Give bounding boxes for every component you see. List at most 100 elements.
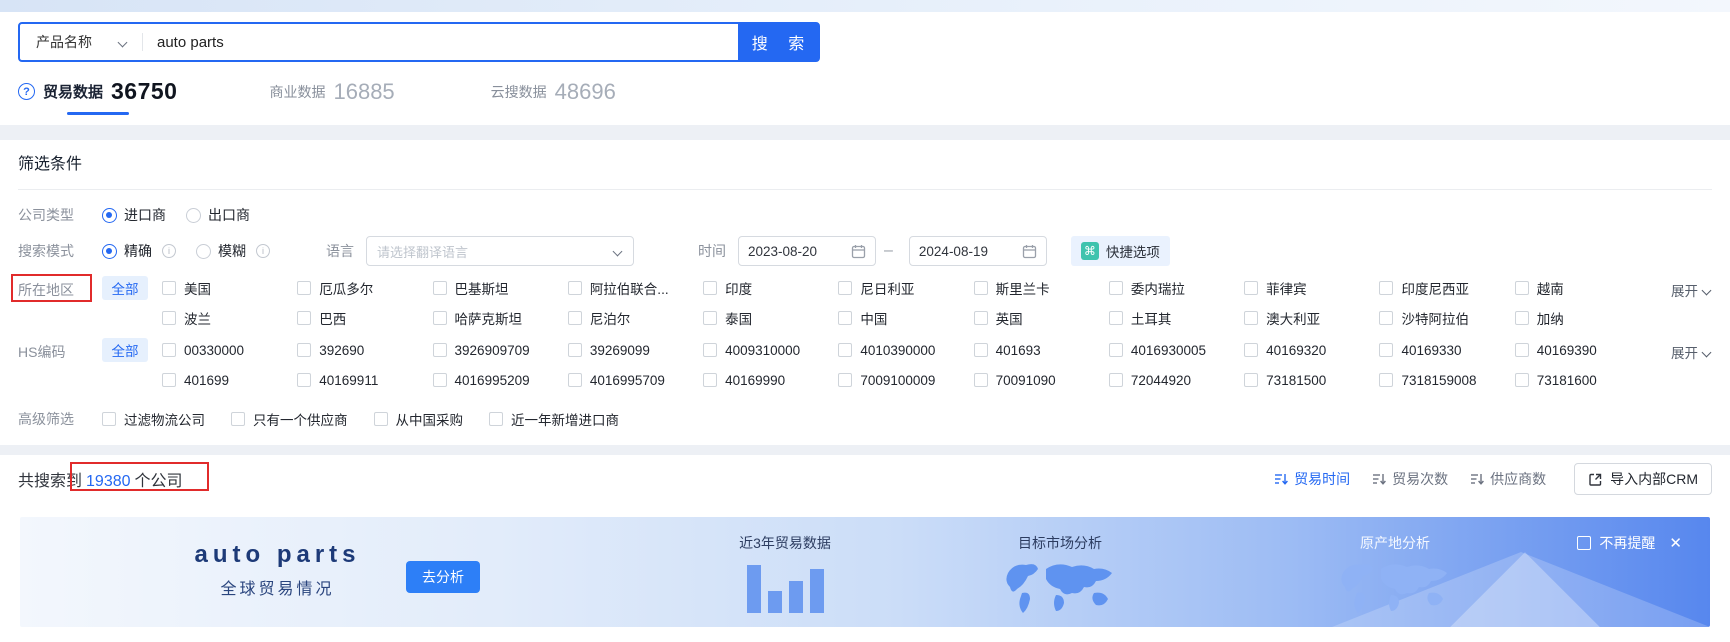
radio-exporter[interactable]: 出口商 (186, 205, 250, 225)
region-checkbox[interactable]: 巴西 (297, 308, 432, 328)
hs-code-checkbox[interactable]: 401693 (973, 340, 1109, 360)
hs-code-checkbox[interactable]: 00330000 (162, 340, 297, 360)
radio-fuzzy[interactable]: 模糊 i (196, 241, 270, 261)
region-checkbox[interactable]: 加纳 (1514, 308, 1650, 328)
hs-code-checkbox[interactable]: 40169320 (1244, 340, 1379, 360)
advanced-checkbox[interactable]: 从中国采购 (373, 409, 463, 429)
help-icon[interactable]: ? (18, 83, 35, 100)
mini-bar-chart-icon (746, 561, 824, 613)
hs-code-checkbox[interactable]: 40169390 (1514, 340, 1650, 360)
hs-code-checkbox[interactable]: 401699 (162, 370, 297, 390)
search-input[interactable] (143, 24, 738, 60)
time-label: 时间 (698, 243, 726, 259)
info-icon[interactable]: i (162, 244, 176, 258)
radio-importer[interactable]: 进口商 (102, 205, 166, 225)
hs-code-checkbox[interactable]: 40169990 (703, 370, 838, 390)
tab-cloud-data[interactable]: 云搜数据 48696 (491, 79, 616, 115)
region-checkbox[interactable]: 巴基斯坦 (432, 278, 568, 298)
hs-code-checkbox[interactable]: 72044920 (1108, 370, 1244, 390)
hs-code-checkbox[interactable]: 3926909709 (432, 340, 568, 360)
hs-code-checkbox[interactable]: 40169911 (297, 370, 432, 390)
region-checkbox[interactable]: 美国 (162, 278, 297, 298)
region-checkbox[interactable]: 中国 (838, 308, 973, 328)
hs-code-filter-row: HS编码 全部 00330000 392690 3926909709 39269… (18, 338, 1712, 390)
tab-business-data[interactable]: 商业数据 16885 (269, 79, 394, 115)
advanced-checkbox[interactable]: 近一年新增进口商 (489, 409, 619, 429)
hs-code-checkbox[interactable]: 4016995709 (567, 370, 703, 390)
checkbox-icon (1514, 343, 1529, 357)
banner-card1-title: 近3年贸易数据 (739, 535, 831, 551)
page-top-strip (0, 0, 1730, 12)
checkbox-icon (1108, 281, 1123, 295)
sort-trade-count[interactable]: 贸易次数 (1372, 469, 1448, 489)
world-map-icon (1341, 564, 1447, 613)
region-checkbox[interactable]: 哈萨克斯坦 (432, 308, 568, 328)
region-checkbox[interactable]: 英国 (973, 308, 1109, 328)
sort-trade-time[interactable]: 贸易时间 (1274, 469, 1350, 489)
region-checkbox[interactable]: 印度尼西亚 (1379, 278, 1514, 298)
region-checkbox[interactable]: 斯里兰卡 (973, 278, 1109, 298)
banner-keyword: auto parts (194, 541, 361, 568)
hs-code-checkbox[interactable]: 39269099 (567, 340, 703, 360)
checkbox-icon (1244, 311, 1259, 325)
dismiss-checkbox[interactable] (1577, 536, 1592, 550)
region-checkbox[interactable]: 厄瓜多尔 (297, 278, 432, 298)
region-checkbox[interactable]: 阿拉伯联合... (567, 278, 703, 298)
go-analyze-button[interactable]: 去分析 (406, 561, 480, 593)
hs-code-checkbox[interactable]: 392690 (297, 340, 432, 360)
region-checkbox[interactable]: 菲律宾 (1244, 278, 1379, 298)
end-date-picker[interactable]: 2024-08-19 (908, 236, 1047, 266)
search-category-select[interactable]: 产品名称 (20, 24, 142, 60)
tab-business-count: 16885 (333, 79, 395, 104)
region-all-chip[interactable]: 全部 (102, 276, 148, 300)
region-checkbox[interactable]: 泰国 (703, 308, 838, 328)
region-checkbox[interactable]: 尼泊尔 (567, 308, 703, 328)
start-date-picker[interactable]: 2023-08-20 (738, 236, 876, 266)
hs-code-checkbox[interactable]: 4016995209 (432, 370, 568, 390)
company-type-label: 公司类型 (18, 207, 74, 223)
info-icon[interactable]: i (256, 244, 270, 258)
close-icon[interactable]: ✕ (1669, 534, 1682, 552)
hs-code-checkbox[interactable]: 4009310000 (703, 340, 838, 360)
sort-supplier-count[interactable]: 供应商数 (1470, 469, 1546, 489)
checkbox-icon (703, 373, 718, 387)
search-button[interactable]: 搜 索 (738, 24, 818, 60)
advanced-checkbox[interactable]: 过滤物流公司 (102, 409, 205, 429)
company-type-options: 进口商 出口商 (102, 205, 250, 225)
hs-all-chip[interactable]: 全部 (102, 338, 148, 362)
checkbox-icon (489, 412, 503, 426)
region-checkbox[interactable]: 土耳其 (1108, 308, 1244, 328)
hs-expand-link[interactable]: 展开 (1650, 340, 1712, 362)
region-expand-link[interactable]: 展开 (1650, 278, 1712, 300)
quick-options-button[interactable]: ⌘ 快捷选项 (1070, 236, 1170, 266)
import-crm-button[interactable]: 导入内部CRM (1574, 463, 1712, 495)
radio-exact[interactable]: 精确 i (102, 241, 176, 261)
hs-code-checkbox[interactable]: 73181600 (1514, 370, 1650, 390)
tab-trade-data[interactable]: ? 贸易数据 36750 (18, 78, 177, 115)
hs-code-checkbox[interactable]: 4016930005 (1108, 340, 1244, 360)
checkbox-icon (1514, 281, 1529, 295)
hs-code-label: HS编码 (18, 344, 66, 360)
region-checkbox[interactable]: 印度 (703, 278, 838, 298)
region-checkbox[interactable]: 澳大利亚 (1244, 308, 1379, 328)
language-select[interactable]: 请选择翻译语言 (366, 236, 634, 266)
sort-controls: 贸易时间 贸易次数 供应商数 导入内部CRM (1274, 463, 1712, 495)
region-checkbox[interactable]: 尼日利亚 (838, 278, 973, 298)
import-icon (1589, 473, 1602, 486)
checkbox-icon (1514, 373, 1529, 387)
hs-code-checkbox[interactable]: 7318159008 (1379, 370, 1514, 390)
region-checkbox[interactable]: 委内瑞拉 (1108, 278, 1244, 298)
hs-code-checkbox[interactable]: 70091090 (973, 370, 1109, 390)
advanced-checkbox[interactable]: 只有一个供应商 (231, 409, 348, 429)
hs-code-checkbox[interactable]: 4010390000 (838, 340, 973, 360)
dismiss-banner-control: 不再提醒 ✕ (1577, 533, 1682, 553)
region-checkbox[interactable]: 越南 (1514, 278, 1650, 298)
chevron-down-icon (1702, 285, 1712, 295)
radio-exporter-label: 出口商 (208, 207, 250, 223)
region-checkbox[interactable]: 波兰 (162, 308, 297, 328)
hs-code-checkbox-grid: 00330000 392690 3926909709 39269099 4009… (162, 340, 1650, 390)
hs-code-checkbox[interactable]: 73181500 (1244, 370, 1379, 390)
hs-code-checkbox[interactable]: 40169330 (1379, 340, 1514, 360)
hs-code-checkbox[interactable]: 7009100009 (838, 370, 973, 390)
region-checkbox[interactable]: 沙特阿拉伯 (1379, 308, 1514, 328)
